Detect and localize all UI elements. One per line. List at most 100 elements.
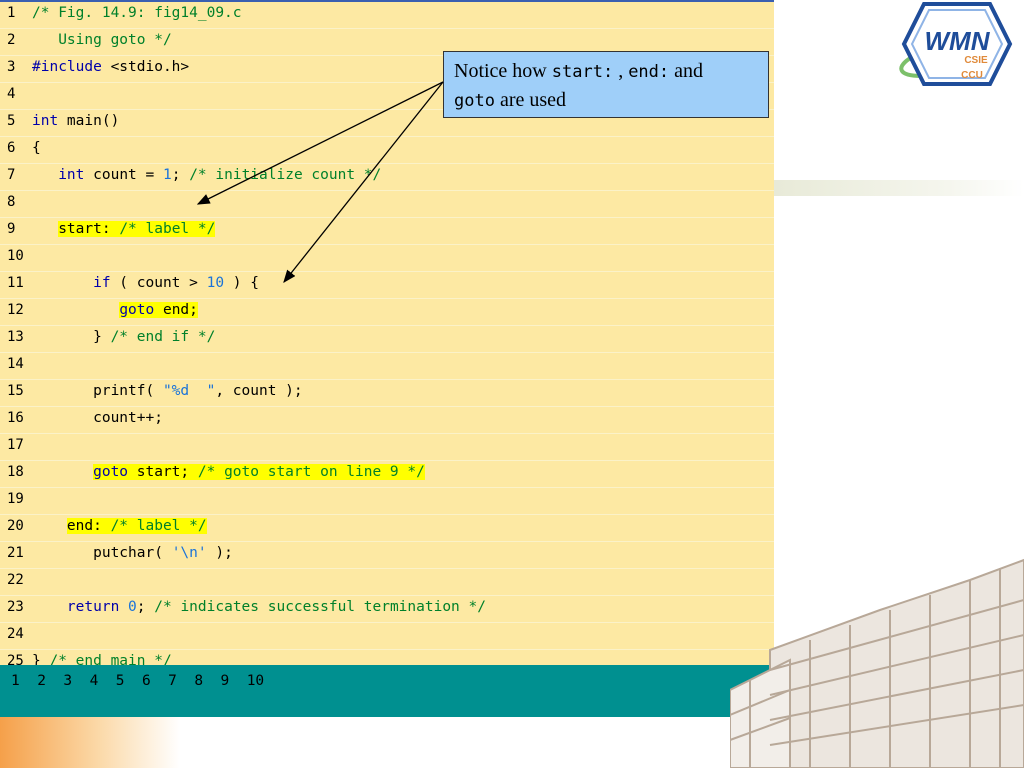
code-text: printf( "%d ", count ); xyxy=(32,383,303,399)
code-token: count++; xyxy=(32,410,163,426)
line-number: 7 xyxy=(7,167,16,183)
line-number: 22 xyxy=(7,572,24,588)
code-line: 17 xyxy=(0,434,774,461)
logo-subtext-csie: CSIE xyxy=(964,55,988,66)
callout-code-start: start: xyxy=(551,62,614,82)
code-token: "%d " xyxy=(162,383,216,399)
code-token: ; xyxy=(171,167,190,183)
code-line: 19 xyxy=(0,488,774,515)
code-text: } /* end if */ xyxy=(32,329,215,345)
code-line: 18 goto start; /* goto start on line 9 *… xyxy=(0,461,774,488)
code-token: Using goto */ xyxy=(32,32,172,48)
line-number: 3 xyxy=(7,59,16,75)
code-token: goto xyxy=(119,302,155,318)
code-line: 24 xyxy=(0,623,774,650)
callout-text: and xyxy=(669,60,704,82)
program-output-text: 1 2 3 4 5 6 7 8 9 10 xyxy=(11,673,265,689)
code-token: 1 xyxy=(162,167,172,183)
code-token: ); xyxy=(206,545,233,561)
code-token: int xyxy=(32,113,59,129)
callout-code-end: end: xyxy=(628,62,670,82)
line-number: 8 xyxy=(7,194,16,210)
code-token: 10 xyxy=(206,275,225,291)
decorative-stripe xyxy=(774,180,1024,196)
line-number: 21 xyxy=(7,545,24,561)
code-token: /* initialize count */ xyxy=(189,167,382,183)
line-number: 6 xyxy=(7,140,16,156)
callout-note: Notice how start: , end: and goto are use… xyxy=(443,51,769,118)
code-text: end: /* label */ xyxy=(32,518,207,534)
line-number: 10 xyxy=(7,248,24,264)
code-text: int main() xyxy=(32,113,119,129)
code-token: } xyxy=(32,329,111,345)
line-number: 4 xyxy=(7,86,16,102)
code-text: /* Fig. 14.9: fig14_09.c xyxy=(32,5,242,21)
code-text: goto start; /* goto start on line 9 */ xyxy=(32,464,425,480)
code-token: end: xyxy=(66,518,111,534)
code-text: Using goto */ xyxy=(32,32,172,48)
code-line: 15 printf( "%d ", count ); xyxy=(0,380,774,407)
callout-code-goto: goto xyxy=(454,91,495,111)
code-line: 13 } /* end if */ xyxy=(0,326,774,353)
line-number: 5 xyxy=(7,113,16,129)
code-text: count++; xyxy=(32,410,163,426)
code-token: 0 xyxy=(128,599,137,615)
code-line: 22 xyxy=(0,569,774,596)
code-token: main() xyxy=(58,113,120,129)
code-token: start; xyxy=(128,464,198,480)
code-token: , count ); xyxy=(215,383,303,399)
code-text: start: /* label */ xyxy=(32,221,216,237)
code-line: 1 /* Fig. 14.9: fig14_09.c xyxy=(0,2,774,29)
line-number: 12 xyxy=(7,302,24,318)
code-token: /* label */ xyxy=(119,221,216,237)
decorative-gradient xyxy=(0,717,180,768)
code-line: 9 start: /* label */ xyxy=(0,218,774,245)
code-line: 8 xyxy=(0,191,774,218)
code-token: if xyxy=(93,275,111,291)
code-text: { xyxy=(32,140,41,156)
callout-text: , xyxy=(613,60,629,82)
code-token: <stdio.h> xyxy=(101,59,190,75)
line-number: 17 xyxy=(7,437,24,453)
code-token: ) { xyxy=(224,275,259,291)
line-number: 19 xyxy=(7,491,24,507)
code-text: int count = 1; /* initialize count */ xyxy=(32,167,381,183)
code-line: 12 goto end; xyxy=(0,299,774,326)
code-line: 14 xyxy=(0,353,774,380)
program-output-panel: 1 2 3 4 5 6 7 8 9 10 xyxy=(0,665,774,717)
code-line: 23 return 0; /* indicates successful ter… xyxy=(0,596,774,623)
callout-text: are used xyxy=(494,89,567,111)
code-text: putchar( '\n' ); xyxy=(32,545,233,561)
code-token: /* label */ xyxy=(110,518,207,534)
code-line: 16 count++; xyxy=(0,407,774,434)
line-number: 16 xyxy=(7,410,24,426)
code-token: #include xyxy=(32,59,102,75)
code-token: /* indicates successful termination */ xyxy=(154,599,486,615)
code-line: 7 int count = 1; /* initialize count */ xyxy=(0,164,774,191)
code-token: '\n' xyxy=(171,545,207,561)
code-token: goto xyxy=(93,464,129,480)
code-line: 10 xyxy=(0,245,774,272)
code-token: /* Fig. 14.9: fig14_09.c xyxy=(32,5,242,21)
code-token: printf( xyxy=(32,383,163,399)
line-number: 9 xyxy=(7,221,16,237)
logo-text: WMN xyxy=(925,26,991,56)
line-number: 14 xyxy=(7,356,24,372)
building-illustration xyxy=(730,558,1024,768)
code-text: return 0; /* indicates successful termin… xyxy=(32,599,486,615)
code-token: end; xyxy=(154,302,198,318)
code-token: { xyxy=(32,140,41,156)
line-number: 18 xyxy=(7,464,24,480)
code-token: /* end if */ xyxy=(110,329,216,345)
code-token: /* goto start on line 9 */ xyxy=(197,464,425,480)
code-token: count = xyxy=(84,167,163,183)
code-line: 21 putchar( '\n' ); xyxy=(0,542,774,569)
code-token: ( count > xyxy=(110,275,207,291)
code-token: ; xyxy=(136,599,155,615)
